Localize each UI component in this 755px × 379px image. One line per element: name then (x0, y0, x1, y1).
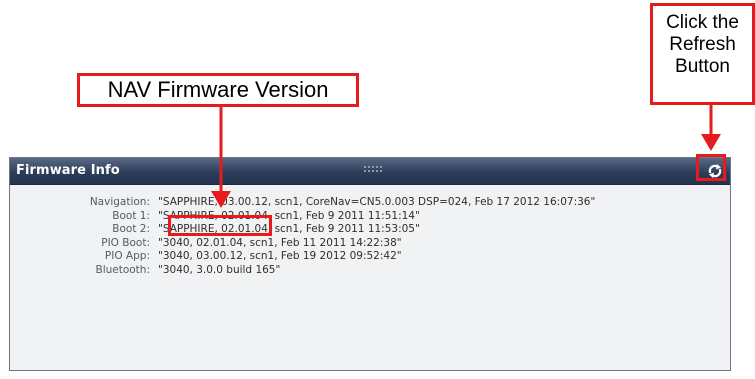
screenshot-stage: NAV Firmware Version Click the Refresh B… (0, 0, 755, 379)
nav-callout-arrow (211, 107, 231, 208)
callout-arrows (211, 105, 721, 208)
refresh-callout-arrow (701, 105, 721, 151)
